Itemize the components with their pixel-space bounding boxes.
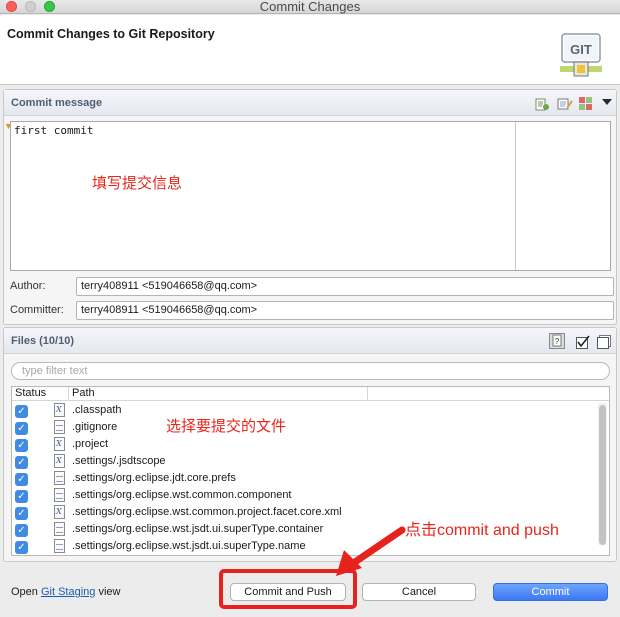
file-checkbox[interactable]: ✓ [15, 405, 28, 418]
file-row[interactable]: ✓ X .project [12, 437, 597, 454]
author-label: Author: [10, 280, 46, 292]
committer-field[interactable]: terry408911 <519046658@qq.com> [76, 301, 614, 320]
files-table-header: Status Path [12, 387, 609, 401]
files-scrollbar[interactable] [598, 403, 607, 545]
file-path: .classpath [72, 404, 122, 416]
select-all-icon[interactable] [575, 334, 591, 350]
xml-file-icon: X [54, 437, 65, 451]
git-logo-icon: GIT [560, 33, 602, 77]
file-checkbox[interactable]: ✓ [15, 456, 28, 469]
text-file-icon [54, 488, 65, 502]
author-field[interactable]: terry408911 <519046658@qq.com> [76, 277, 614, 296]
view-suffix: view [98, 586, 121, 598]
amend-icon[interactable] [534, 96, 550, 112]
compute-changeid-icon[interactable] [578, 96, 594, 112]
file-path: .settings/org.eclipse.wst.common.project… [72, 506, 342, 518]
commit-message-header: Commit message [4, 90, 616, 116]
dialog-header: Commit Changes to Git Repository GIT [0, 15, 620, 85]
dropdown-icon[interactable] [599, 95, 615, 111]
window-controls [6, 1, 55, 12]
files-header: Files (10/10) ? [4, 328, 616, 354]
text-file-icon [54, 522, 65, 536]
xml-file-icon: X [54, 403, 65, 417]
git-staging-link[interactable]: Git Staging [41, 586, 95, 598]
open-staging-text: Open Git Staging view [11, 586, 120, 598]
file-row[interactable]: ✓ .gitignore [12, 420, 597, 437]
show-untracked-icon[interactable]: ? [549, 333, 565, 349]
svg-text:?: ? [555, 337, 560, 346]
open-prefix: Open [11, 586, 38, 598]
file-path: .settings/org.eclipse.wst.jsdt.ui.superT… [72, 540, 306, 552]
deselect-all-icon[interactable] [596, 334, 612, 350]
file-path: .settings/org.eclipse.wst.jsdt.ui.superT… [72, 523, 324, 535]
files-title: Files (10/10) [11, 335, 74, 347]
file-row[interactable]: ✓ X .classpath [12, 403, 597, 420]
window-title: Commit Changes [259, 0, 361, 14]
path-column-header[interactable]: Path [69, 387, 368, 401]
commit-push-annotation: 点击commit and push [405, 522, 559, 539]
status-column-header[interactable]: Status [12, 387, 69, 401]
signoff-icon[interactable] [557, 96, 573, 112]
commit-message-title: Commit message [11, 97, 103, 109]
close-window-button[interactable] [6, 1, 17, 12]
file-row[interactable]: ✓ .settings/org.eclipse.wst.common.compon… [12, 488, 597, 505]
commit-message-text: first commit [14, 124, 94, 137]
file-path: .settings/org.eclipse.jdt.core.prefs [72, 472, 236, 484]
file-checkbox[interactable]: ✓ [15, 473, 28, 486]
cancel-button[interactable]: Cancel [362, 583, 476, 601]
text-file-icon [54, 420, 65, 434]
file-checkbox[interactable]: ✓ [15, 524, 28, 537]
file-checkbox[interactable]: ✓ [15, 422, 28, 435]
commit-message-annotation: 填写提交信息 [92, 175, 183, 192]
file-checkbox[interactable]: ✓ [15, 490, 28, 503]
file-row[interactable]: ✓ .settings/org.eclipse.wst.jsdt.ui.super… [12, 539, 597, 555]
svg-text:GIT: GIT [570, 42, 592, 57]
file-filter-input[interactable]: type filter text [11, 362, 610, 380]
commit-message-input[interactable]: first commit [10, 121, 611, 271]
text-file-icon [54, 539, 65, 553]
minimize-window-button[interactable] [25, 1, 36, 12]
xml-file-icon: X [54, 454, 65, 468]
file-path: .settings/.jsdtscope [72, 455, 166, 467]
file-path: .gitignore [72, 421, 118, 433]
file-row[interactable]: ✓ X .settings/.jsdtscope [12, 454, 597, 471]
commit-button[interactable]: Commit [493, 583, 608, 601]
commit-and-push-button[interactable]: Commit and Push [230, 583, 346, 601]
file-path: .settings/org.eclipse.wst.common.compone… [72, 489, 292, 501]
dialog-title: Commit Changes to Git Repository [7, 27, 215, 41]
committer-label: Committer: [10, 304, 64, 316]
text-file-icon [54, 471, 65, 485]
file-path: .project [72, 438, 109, 450]
message-margin-ruler [515, 122, 516, 270]
title-bar: Commit Changes [0, 0, 620, 14]
files-annotation: 选择要提交的文件 [166, 418, 287, 435]
zoom-window-button[interactable] [44, 1, 55, 12]
file-checkbox[interactable]: ✓ [15, 541, 28, 554]
file-row[interactable]: ✓ .settings/org.eclipse.jdt.core.prefs [12, 471, 597, 488]
files-scroll-thumb[interactable] [599, 405, 606, 545]
file-checkbox[interactable]: ✓ [15, 507, 28, 520]
file-checkbox[interactable]: ✓ [15, 439, 28, 452]
xml-file-icon: X [54, 505, 65, 519]
